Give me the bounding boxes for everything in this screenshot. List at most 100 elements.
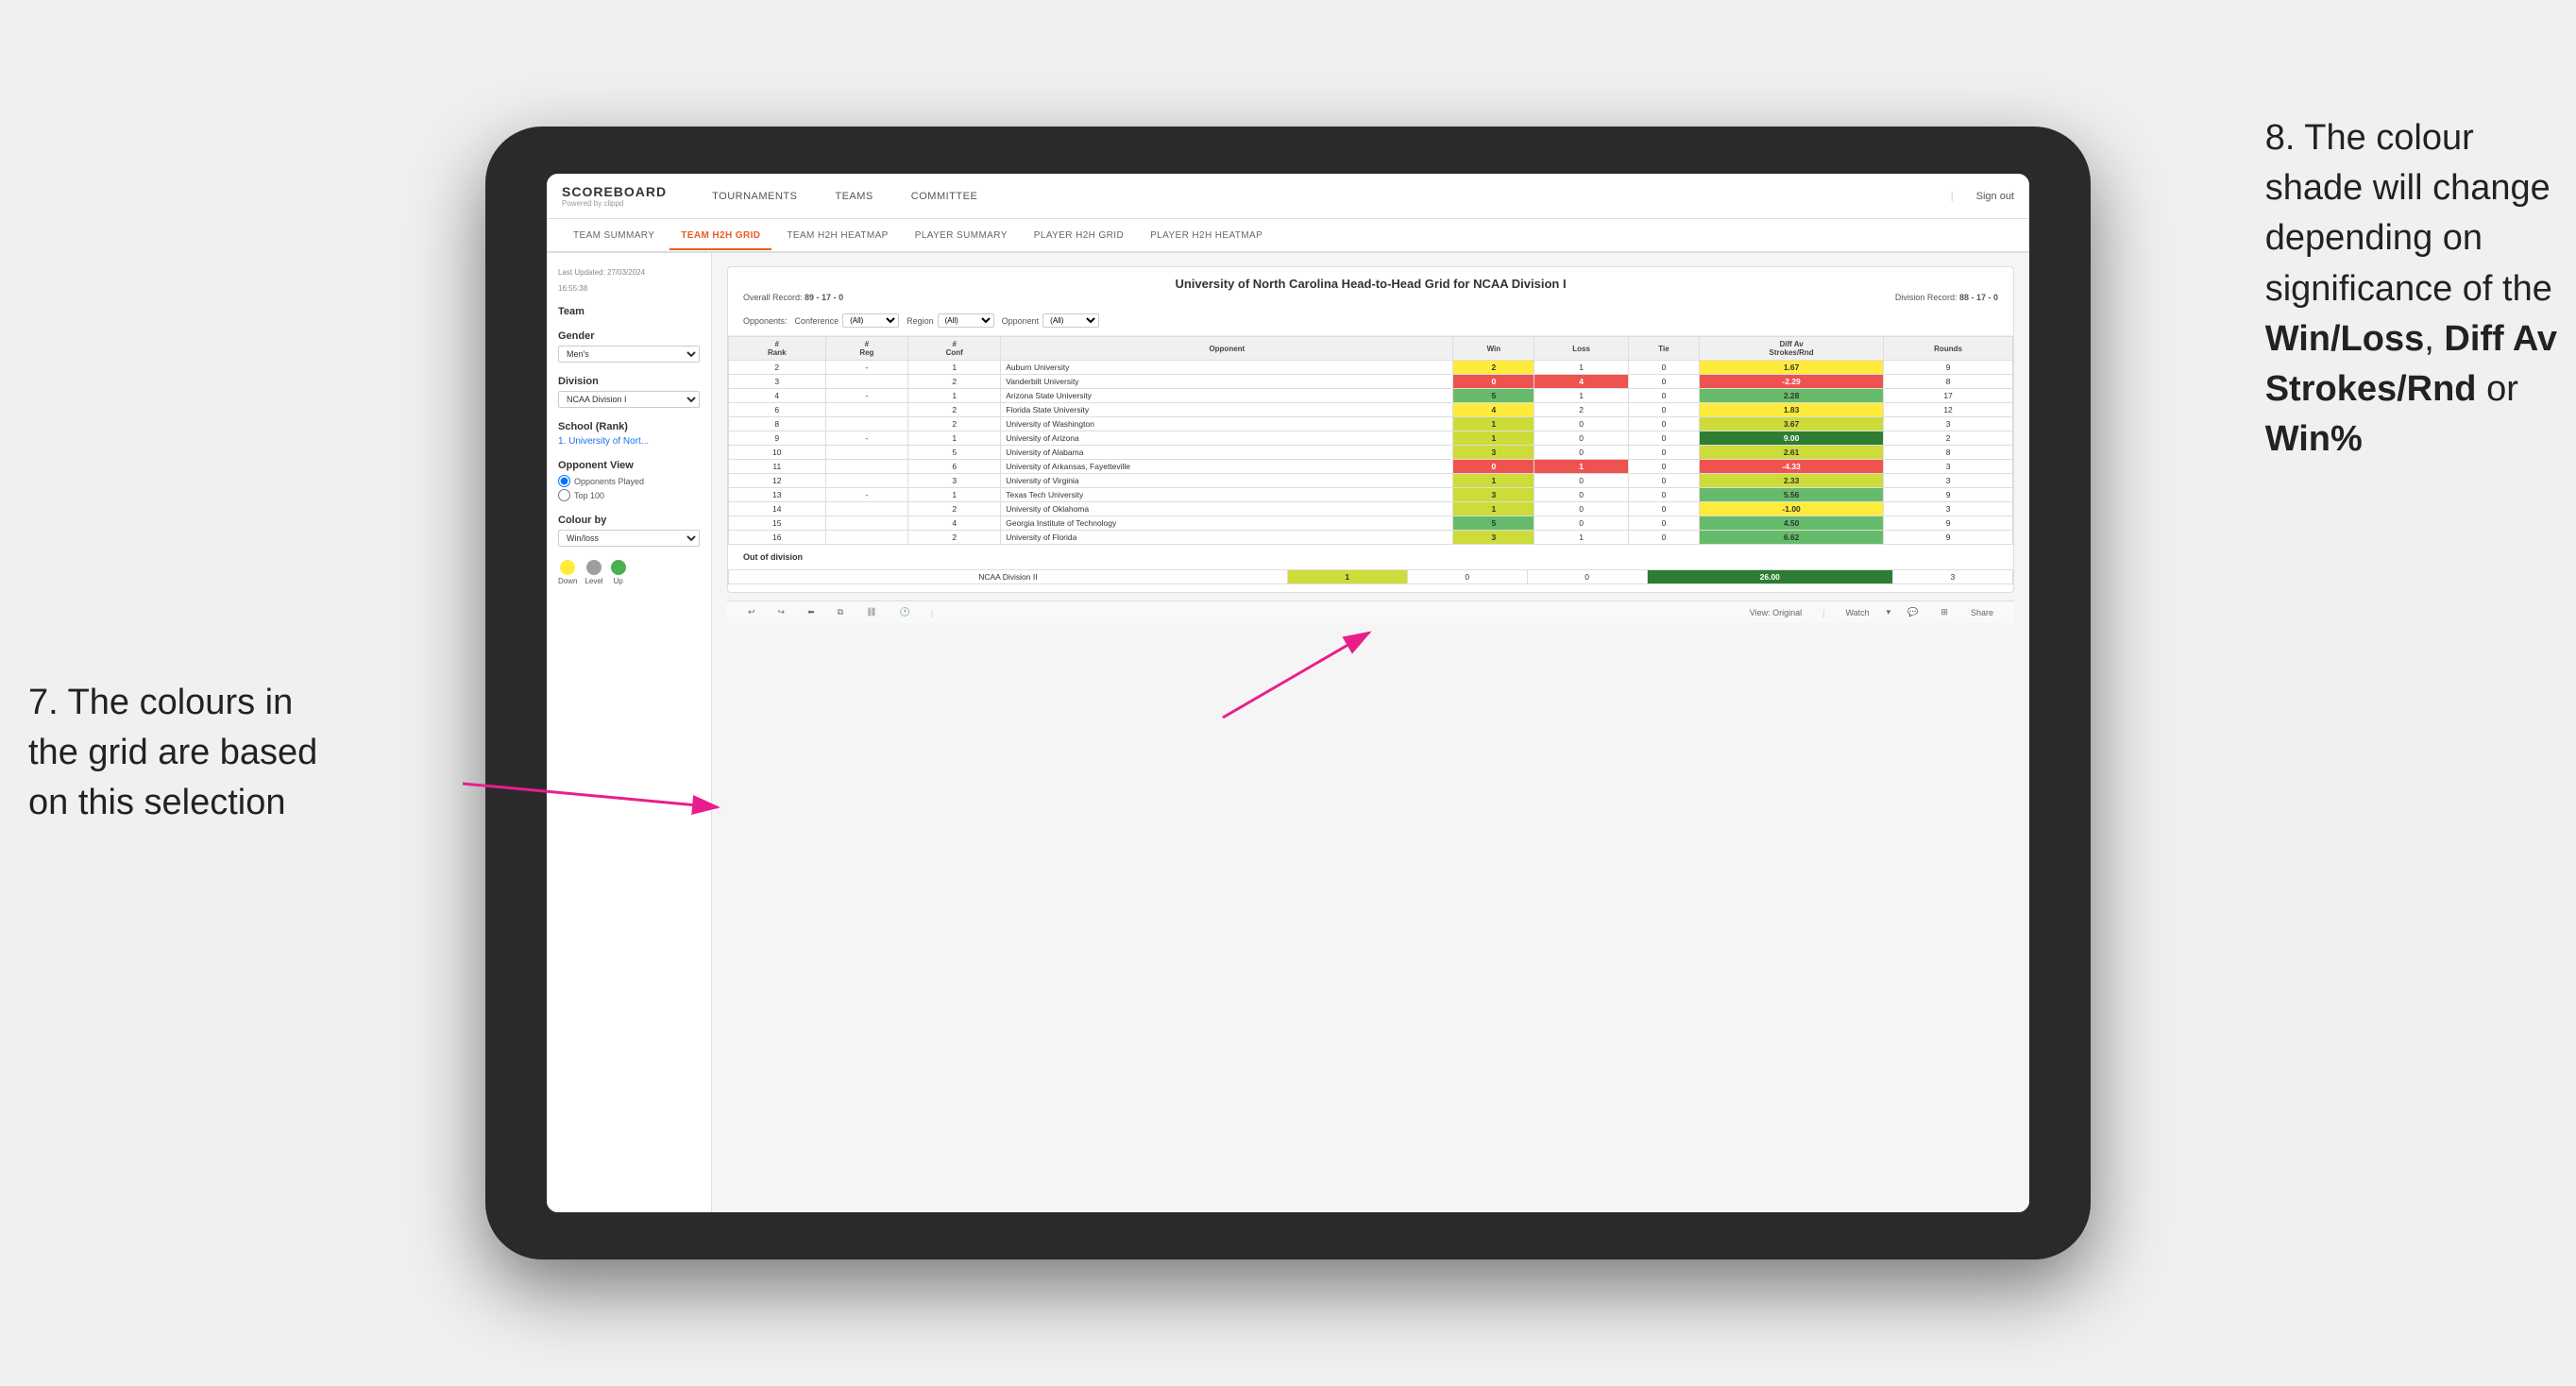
- table-row: 162University of Florida3106.629: [729, 531, 2013, 545]
- col-rounds: Rounds: [1884, 337, 2013, 361]
- overall-record-value: 89 - 17 - 0: [805, 293, 843, 302]
- table-cell: 0: [1534, 417, 1629, 431]
- radio-opponents-played[interactable]: Opponents Played: [558, 475, 700, 487]
- radio-opponents-played-input[interactable]: [558, 475, 570, 487]
- radio-top100[interactable]: Top 100: [558, 489, 700, 501]
- table-cell: 8: [1884, 446, 2013, 460]
- logo-sub: Powered by clippd: [562, 199, 667, 208]
- legend-up-dot: [611, 560, 626, 575]
- col-loss: Loss: [1534, 337, 1629, 361]
- table-cell: 9: [1884, 361, 2013, 375]
- table-cell: [825, 502, 908, 516]
- table-row: 116University of Arkansas, Fayetteville0…: [729, 460, 2013, 474]
- sidebar-last-updated: Last Updated: 27/03/2024 16:55:38: [558, 268, 700, 293]
- school-value[interactable]: 1. University of Nort...: [558, 436, 700, 447]
- grid-btn[interactable]: ⊞: [1935, 605, 1954, 619]
- table-cell: 1: [1453, 417, 1534, 431]
- subnav-team-h2h-grid[interactable]: TEAM H2H GRID: [669, 223, 771, 250]
- table-cell: 3: [908, 474, 1001, 488]
- table-cell: 2: [908, 375, 1001, 389]
- h2h-table: #Rank #Reg #Conf Opponent Win Loss Tie D…: [728, 336, 2013, 545]
- subnav-team-h2h-heatmap[interactable]: TEAM H2H HEATMAP: [775, 223, 899, 250]
- division-select[interactable]: NCAA Division I: [558, 391, 700, 408]
- sidebar: Last Updated: 27/03/2024 16:55:38 Team G…: [547, 253, 712, 1212]
- table-cell: 15: [729, 516, 826, 531]
- table-cell: 13: [729, 488, 826, 502]
- sign-out-link[interactable]: Sign out: [1976, 191, 2014, 202]
- redo-btn[interactable]: ↪: [772, 605, 791, 619]
- table-cell: 0: [1453, 460, 1534, 474]
- legend-level-dot: [586, 560, 602, 575]
- share-btn[interactable]: Share: [1965, 606, 1999, 619]
- table-cell: 1: [908, 488, 1001, 502]
- nav-tournaments[interactable]: TOURNAMENTS: [704, 187, 805, 206]
- nav-committee[interactable]: COMMITTEE: [904, 187, 986, 206]
- copy-btn[interactable]: ⧉: [832, 605, 849, 619]
- colour-by-select[interactable]: Win/loss: [558, 530, 700, 547]
- table-cell: 5: [1453, 516, 1534, 531]
- out-table-cell: 26.00: [1647, 570, 1892, 584]
- watch-btn[interactable]: Watch: [1840, 606, 1875, 619]
- table-cell: 0: [1628, 516, 1699, 531]
- link-btn[interactable]: ⛓: [860, 605, 882, 619]
- table-cell: 12: [729, 474, 826, 488]
- table-cell: University of Arizona: [1001, 431, 1453, 446]
- table-cell: 0: [1628, 431, 1699, 446]
- out-of-division-table: NCAA Division II10026.003: [728, 569, 2013, 584]
- table-cell: 0: [1628, 375, 1699, 389]
- view-original-btn[interactable]: View: Original: [1744, 606, 1807, 619]
- table-cell: University of Virginia: [1001, 474, 1453, 488]
- region-filter-select[interactable]: (All): [938, 313, 994, 328]
- report-title: University of North Carolina Head-to-Hea…: [728, 267, 2013, 293]
- report-subtitle: Overall Record: 89 - 17 - 0 Division Rec…: [728, 293, 2013, 310]
- subnav-team-summary[interactable]: TEAM SUMMARY: [562, 223, 666, 250]
- table-cell: [825, 531, 908, 545]
- table-cell: 3: [1884, 417, 2013, 431]
- col-win: Win: [1453, 337, 1534, 361]
- opponent-filter-group: Opponent (All): [1002, 313, 1100, 328]
- table-cell: 9: [1884, 516, 2013, 531]
- table-cell: 11: [729, 460, 826, 474]
- nav-separator: |: [1951, 191, 1954, 202]
- table-header-row: #Rank #Reg #Conf Opponent Win Loss Tie D…: [729, 337, 2013, 361]
- table-cell: Georgia Institute of Technology: [1001, 516, 1453, 531]
- chat-btn[interactable]: 💬: [1902, 605, 1924, 619]
- table-cell: 2.61: [1700, 446, 1884, 460]
- out-of-division-label: Out of division: [728, 545, 2013, 569]
- table-cell: University of Alabama: [1001, 446, 1453, 460]
- table-cell: 6: [908, 460, 1001, 474]
- table-cell: 1: [1453, 502, 1534, 516]
- annotation-left-line1: 7. The colours in: [28, 683, 293, 722]
- radio-top100-input[interactable]: [558, 489, 570, 501]
- nav-teams[interactable]: TEAMS: [827, 187, 880, 206]
- table-cell: 2: [908, 417, 1001, 431]
- table-cell: 0: [1534, 431, 1629, 446]
- subnav-player-h2h-grid[interactable]: PLAYER H2H GRID: [1023, 223, 1135, 250]
- subnav-player-summary[interactable]: PLAYER SUMMARY: [904, 223, 1019, 250]
- table-cell: 0: [1453, 375, 1534, 389]
- annotation-or: or: [2477, 369, 2518, 409]
- table-row: 13-1Texas Tech University3005.569: [729, 488, 2013, 502]
- table-cell: 3: [1884, 460, 2013, 474]
- table-cell: 5: [908, 446, 1001, 460]
- sidebar-school: School (Rank) 1. University of Nort...: [558, 421, 700, 447]
- sidebar-opponent-view: Opponent View Opponents Played Top 100: [558, 460, 700, 501]
- col-reg: #Reg: [825, 337, 908, 361]
- table-cell: 0: [1628, 502, 1699, 516]
- clock-btn[interactable]: 🕐: [894, 605, 916, 619]
- table-cell: 1: [1534, 460, 1629, 474]
- team-label: Team: [558, 306, 700, 317]
- annotation-right-line1: 8. The colour: [2265, 118, 2474, 158]
- table-cell: -4.33: [1700, 460, 1884, 474]
- undo-btn[interactable]: ↩: [742, 605, 761, 619]
- legend-down-label: Down: [558, 577, 577, 585]
- back-btn[interactable]: ⬅: [802, 605, 821, 619]
- out-table-cell: NCAA Division II: [729, 570, 1288, 584]
- subnav-player-h2h-heatmap[interactable]: PLAYER H2H HEATMAP: [1139, 223, 1274, 250]
- table-cell: 1: [1453, 431, 1534, 446]
- opponent-filter-select[interactable]: (All): [1042, 313, 1099, 328]
- table-row: 32Vanderbilt University040-2.298: [729, 375, 2013, 389]
- division-record-label: Division Record:: [1895, 293, 1957, 302]
- gender-select[interactable]: Men's: [558, 346, 700, 363]
- conference-filter-select[interactable]: (All): [842, 313, 899, 328]
